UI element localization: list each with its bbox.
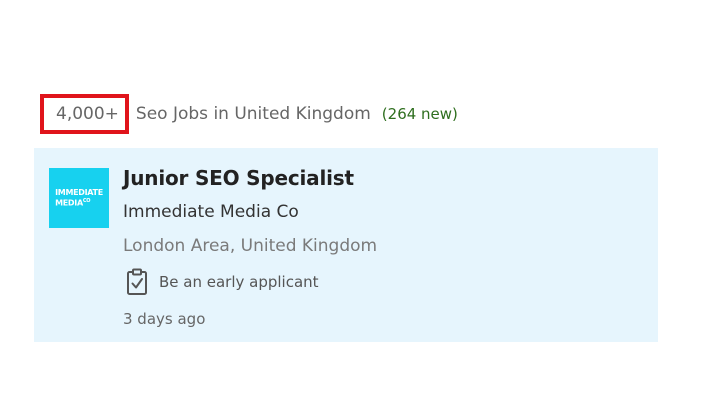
company-logo[interactable]: IMMEDIATE MEDIACO xyxy=(49,168,109,228)
job-insight: Be an early applicant xyxy=(126,268,319,296)
company-logo-text: IMMEDIATE MEDIACO xyxy=(55,188,103,208)
job-location: London Area, United Kingdom xyxy=(123,236,378,256)
results-header: 4,000+ Seo Jobs in United Kingdom (264 n… xyxy=(40,94,458,134)
clipboard-check-icon xyxy=(127,268,147,295)
results-heading: Seo Jobs in United Kingdom xyxy=(135,104,371,124)
job-card[interactable]: IMMEDIATE MEDIACO Junior SEO Specialist … xyxy=(34,148,658,342)
company-name[interactable]: Immediate Media Co xyxy=(123,202,299,222)
posted-date: 3 days ago xyxy=(123,310,206,328)
results-count: 4,000+ xyxy=(56,104,119,124)
new-jobs-count[interactable]: (264 new) xyxy=(382,105,458,123)
results-count-highlight: 4,000+ xyxy=(40,94,129,134)
job-search-results: 4,000+ Seo Jobs in United Kingdom (264 n… xyxy=(0,0,712,401)
insight-text: Be an early applicant xyxy=(159,273,319,291)
job-title[interactable]: Junior SEO Specialist xyxy=(123,166,354,190)
